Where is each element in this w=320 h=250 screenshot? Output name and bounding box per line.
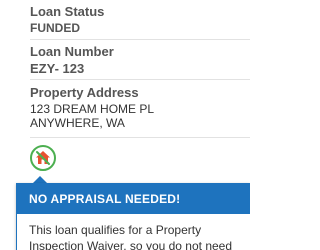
no-appraisal-popover: NO APPRAISAL NEEDED! This loan qualifies… [16, 183, 250, 250]
house-icon [36, 151, 50, 165]
property-address-field: Property Address 123 DREAM HOME PL ANYWH… [30, 86, 154, 129]
property-address-line1: 123 DREAM HOME PL [30, 102, 155, 116]
popover-body: This loan qualifies for a Property Inspe… [17, 214, 250, 250]
loan-number-value: EZY- 123 [30, 61, 85, 76]
popover-title: NO APPRAISAL NEEDED! [17, 184, 250, 214]
popover-body-line1: This loan qualifies for a Property [29, 223, 202, 237]
divider [30, 39, 250, 40]
loan-details-panel: Loan Status FUNDED Loan Number EZY- 123 … [0, 0, 250, 250]
popover-body-line2: Inspection Waiver, so you do not need [29, 239, 233, 250]
loan-number-field: Loan Number EZY- 123 [30, 45, 114, 75]
loan-status-field: Loan Status FUNDED [30, 5, 104, 34]
loan-number-label: Loan Number [30, 44, 114, 59]
property-address-label: Property Address [30, 85, 139, 100]
loan-status-value: FUNDED [30, 21, 80, 35]
divider [30, 79, 250, 80]
divider [30, 137, 250, 138]
property-address-line2: ANYWHERE, WA [30, 116, 125, 130]
no-appraisal-house-icon[interactable] [30, 145, 56, 171]
loan-status-label: Loan Status [30, 4, 105, 19]
